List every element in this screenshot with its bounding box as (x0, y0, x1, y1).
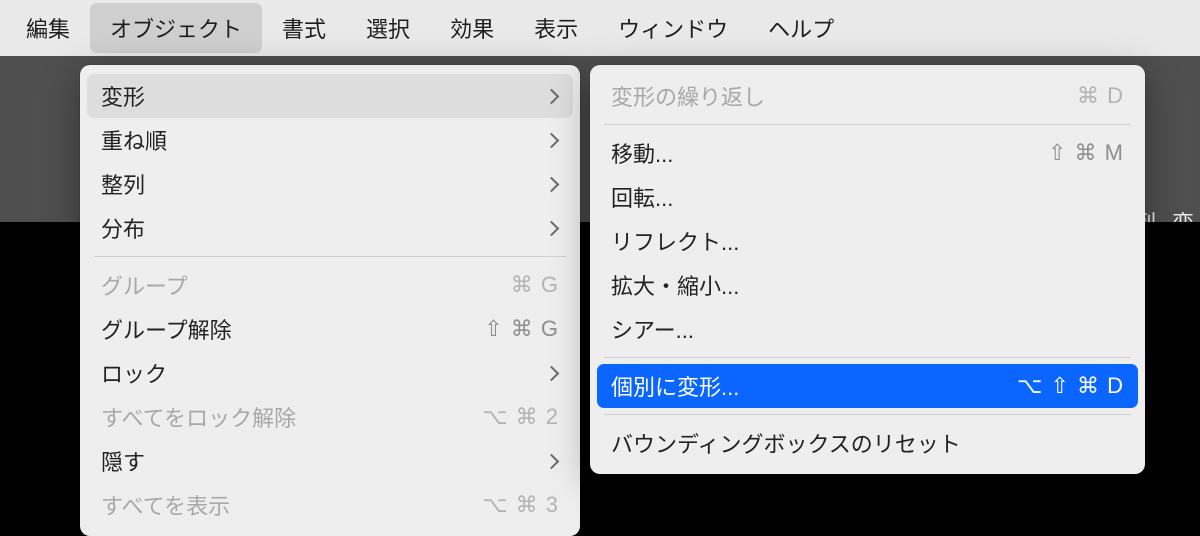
chevron-right-icon (544, 220, 560, 236)
menu-item-right (546, 135, 559, 146)
menu-item-right: ⇧ ⌘ G (484, 316, 559, 342)
menu-item-right: ⌘ D (1077, 83, 1124, 109)
menu-item-label: 分布 (101, 212, 145, 244)
menu-transform-item[interactable]: 拡大・縮小... (597, 263, 1138, 307)
menu-transform-item[interactable]: 移動... ⇧ ⌘ M (597, 131, 1138, 175)
menubar-item-3[interactable]: 選択 (346, 3, 430, 53)
menubar-item-1[interactable]: オブジェクト (90, 3, 262, 53)
menu-item-right: ⌥ ⇧ ⌘ D (1017, 373, 1124, 399)
menu-transform-item[interactable]: 個別に変形... ⌥ ⇧ ⌘ D (597, 364, 1138, 408)
menu-transform-separator (604, 357, 1131, 358)
menubar-item-4[interactable]: 効果 (430, 3, 514, 53)
menu-item-label: 回転... (611, 181, 673, 213)
menu-item-shortcut: ⇧ ⌘ M (1048, 140, 1124, 166)
menu-item-right: ⌥ ⌘ 3 (482, 492, 559, 518)
menu-item-label: すべてを表示 (101, 489, 230, 521)
menu-item-right (546, 456, 559, 467)
menu-transform-item: 変形の繰り返し ⌘ D (597, 74, 1138, 118)
menu-item-label: すべてをロック解除 (101, 401, 296, 433)
menu-transform-item[interactable]: 回転... (597, 175, 1138, 219)
menu-item-right: ⇧ ⌘ M (1048, 140, 1124, 166)
menu-item-label: シアー... (611, 313, 694, 345)
menu-item-shortcut: ⌘ G (511, 272, 559, 298)
menu-item-shortcut: ⇧ ⌘ G (484, 316, 559, 342)
menu-object-item[interactable]: ロック (87, 351, 573, 395)
menu-object-item[interactable]: グループ解除 ⇧ ⌘ G (87, 307, 573, 351)
menu-transform-item[interactable]: シアー... (597, 307, 1138, 351)
menu-item-label: ロック (101, 357, 167, 389)
menu-item-label: 拡大・縮小... (611, 269, 739, 301)
menu-item-shortcut: ⌥ ⇧ ⌘ D (1017, 373, 1124, 399)
menu-item-right (546, 179, 559, 190)
chevron-right-icon (544, 365, 560, 381)
menu-item-label: 変形の繰り返し (611, 80, 765, 112)
chevron-right-icon (544, 88, 560, 104)
chevron-right-icon (544, 176, 560, 192)
menu-object-item[interactable]: 変形 (87, 74, 573, 118)
menu-object-item: すべてを表示 ⌥ ⌘ 3 (87, 483, 573, 527)
menu-item-right: ⌥ ⌘ 2 (482, 404, 559, 430)
menu-item-label: リフレクト... (611, 225, 739, 257)
menu-transform-separator (604, 414, 1131, 415)
menubar-item-2[interactable]: 書式 (262, 3, 346, 53)
menubar-item-0[interactable]: 編集 (6, 3, 90, 53)
menu-item-right: ⌘ G (511, 272, 559, 298)
chevron-right-icon (544, 132, 560, 148)
menu-object-item[interactable]: 分布 (87, 206, 573, 250)
menu-item-right (546, 223, 559, 234)
menubar-item-6[interactable]: ウィンドウ (598, 3, 748, 53)
menu-item-shortcut: ⌥ ⌘ 2 (482, 404, 559, 430)
menubar: 編集オブジェクト書式選択効果表示ウィンドウヘルプ (0, 0, 1200, 56)
menu-item-right (546, 368, 559, 379)
menu-item-shortcut: ⌘ D (1077, 83, 1124, 109)
menu-item-label: 隠す (101, 445, 145, 477)
menu-object-item[interactable]: 重ね順 (87, 118, 573, 162)
menu-object: 変形重ね順整列分布グループ ⌘ G グループ解除 ⇧ ⌘ G ロックすべてをロック解除 ⌥… (80, 65, 580, 536)
menu-transform-submenu: 変形の繰り返し ⌘ D 移動... ⇧ ⌘ M 回転... リフレクト... 拡大・縮小..… (590, 65, 1145, 474)
menu-item-label: 移動... (611, 137, 673, 169)
menu-transform-item[interactable]: リフレクト... (597, 219, 1138, 263)
menu-item-label: グループ (101, 269, 188, 301)
menu-item-label: 重ね順 (101, 124, 167, 156)
menu-item-label: 整列 (101, 168, 145, 200)
chevron-right-icon (544, 453, 560, 469)
menu-item-label: 個別に変形... (611, 370, 739, 402)
menubar-item-7[interactable]: ヘルプ (748, 3, 854, 53)
menu-transform-separator (604, 124, 1131, 125)
menu-item-label: 変形 (101, 80, 145, 112)
menu-transform-item[interactable]: バウンディングボックスのリセット (597, 421, 1138, 465)
menu-object-item: すべてをロック解除 ⌥ ⌘ 2 (87, 395, 573, 439)
menu-object-item[interactable]: 整列 (87, 162, 573, 206)
menu-item-shortcut: ⌥ ⌘ 3 (482, 492, 559, 518)
menu-object-item[interactable]: 隠す (87, 439, 573, 483)
menubar-item-5[interactable]: 表示 (514, 3, 598, 53)
menu-item-right (546, 91, 559, 102)
menu-item-label: グループ解除 (101, 313, 232, 345)
menu-object-item: グループ ⌘ G (87, 263, 573, 307)
menu-object-separator (94, 256, 566, 257)
menu-item-label: バウンディングボックスのリセット (611, 427, 961, 459)
